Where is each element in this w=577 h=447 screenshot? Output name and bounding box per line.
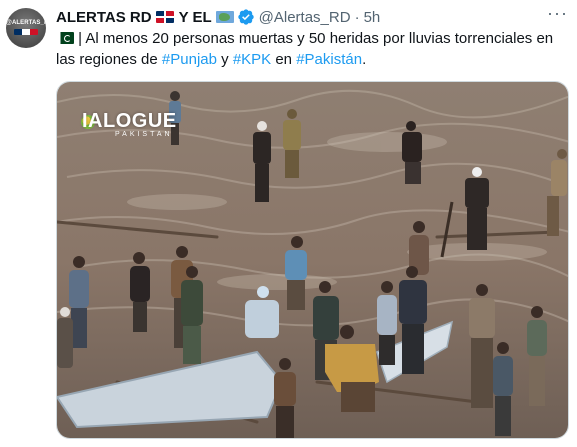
tweet-text: | Al menos 20 personas muertas y 50 heri… bbox=[56, 28, 571, 70]
more-options-icon[interactable]: ··· bbox=[547, 4, 567, 26]
avatar-flag-bar bbox=[14, 29, 38, 35]
avatar-text: @ALERTAS_RD bbox=[6, 20, 46, 26]
verified-badge-icon bbox=[237, 9, 254, 25]
author-name[interactable]: ALERTAS RD bbox=[56, 9, 152, 26]
text-part-4: . bbox=[362, 51, 367, 68]
avatar[interactable]: @ALERTAS_RD bbox=[6, 8, 46, 48]
text-part-3: en bbox=[271, 51, 297, 68]
author-name-suffix[interactable]: Y EL bbox=[179, 9, 212, 26]
watermark-text: IALOGUE bbox=[82, 110, 177, 132]
hashtag-pakistan[interactable]: #Pakistán bbox=[296, 51, 362, 68]
hashtag-kpk[interactable]: #KPK bbox=[233, 51, 271, 68]
text-part-2: y bbox=[216, 51, 233, 68]
dominican-flag-icon bbox=[155, 11, 174, 23]
tweet-media-image[interactable]: IALOGUE PAKISTAN bbox=[56, 81, 569, 439]
world-map-icon bbox=[215, 11, 234, 23]
pakistan-flag-icon bbox=[56, 32, 74, 44]
tweet: @ALERTAS_RD ALERTAS RD Y EL @Alertas_RD … bbox=[0, 0, 577, 447]
hashtag-punjab[interactable]: #Punjab bbox=[162, 51, 217, 68]
watermark-subtext: PAKISTAN bbox=[115, 131, 173, 138]
separator-dot: · bbox=[354, 8, 360, 26]
author-handle[interactable]: @Alertas_RD bbox=[259, 9, 351, 26]
tweet-header: ALERTAS RD Y EL @Alertas_RD · 5h bbox=[56, 7, 547, 27]
tweet-timestamp[interactable]: 5h bbox=[364, 9, 381, 26]
